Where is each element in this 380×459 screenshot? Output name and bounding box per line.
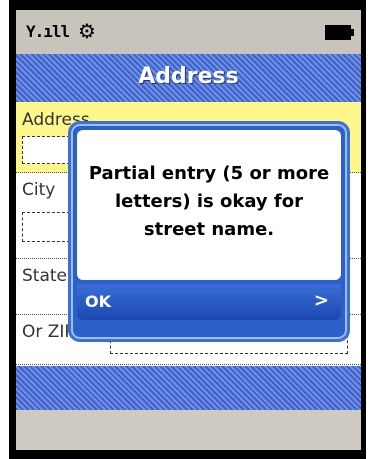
signal-strength-icon: Y.ıll — [26, 22, 70, 41]
chevron-right-icon: > — [313, 290, 329, 311]
city-label: City — [22, 180, 56, 200]
ok-button[interactable]: OK > — [77, 284, 341, 320]
dialog-body: Partial entry (5 or more letters) is oka… — [77, 130, 341, 280]
device-frame: Y.ıll ⚙ Address Address City State Or ZI… — [0, 0, 380, 459]
zip-label: Or ZIP — [22, 322, 75, 342]
status-bar: Y.ıll ⚙ — [16, 10, 361, 54]
bottom-band — [16, 366, 361, 410]
dialog-message: Partial entry (5 or more letters) is oka… — [88, 163, 330, 240]
page-title: Address — [138, 64, 239, 89]
phone-screen: Y.ıll ⚙ Address Address City State Or ZI… — [16, 10, 361, 450]
title-bar: Address — [16, 54, 361, 102]
ok-label: OK — [85, 292, 111, 311]
state-label: State — [22, 266, 67, 286]
softkey-bar — [16, 410, 361, 450]
alert-dialog: Partial entry (5 or more letters) is oka… — [68, 121, 350, 342]
gear-icon: ⚙ — [78, 19, 96, 43]
battery-icon — [325, 25, 354, 40]
